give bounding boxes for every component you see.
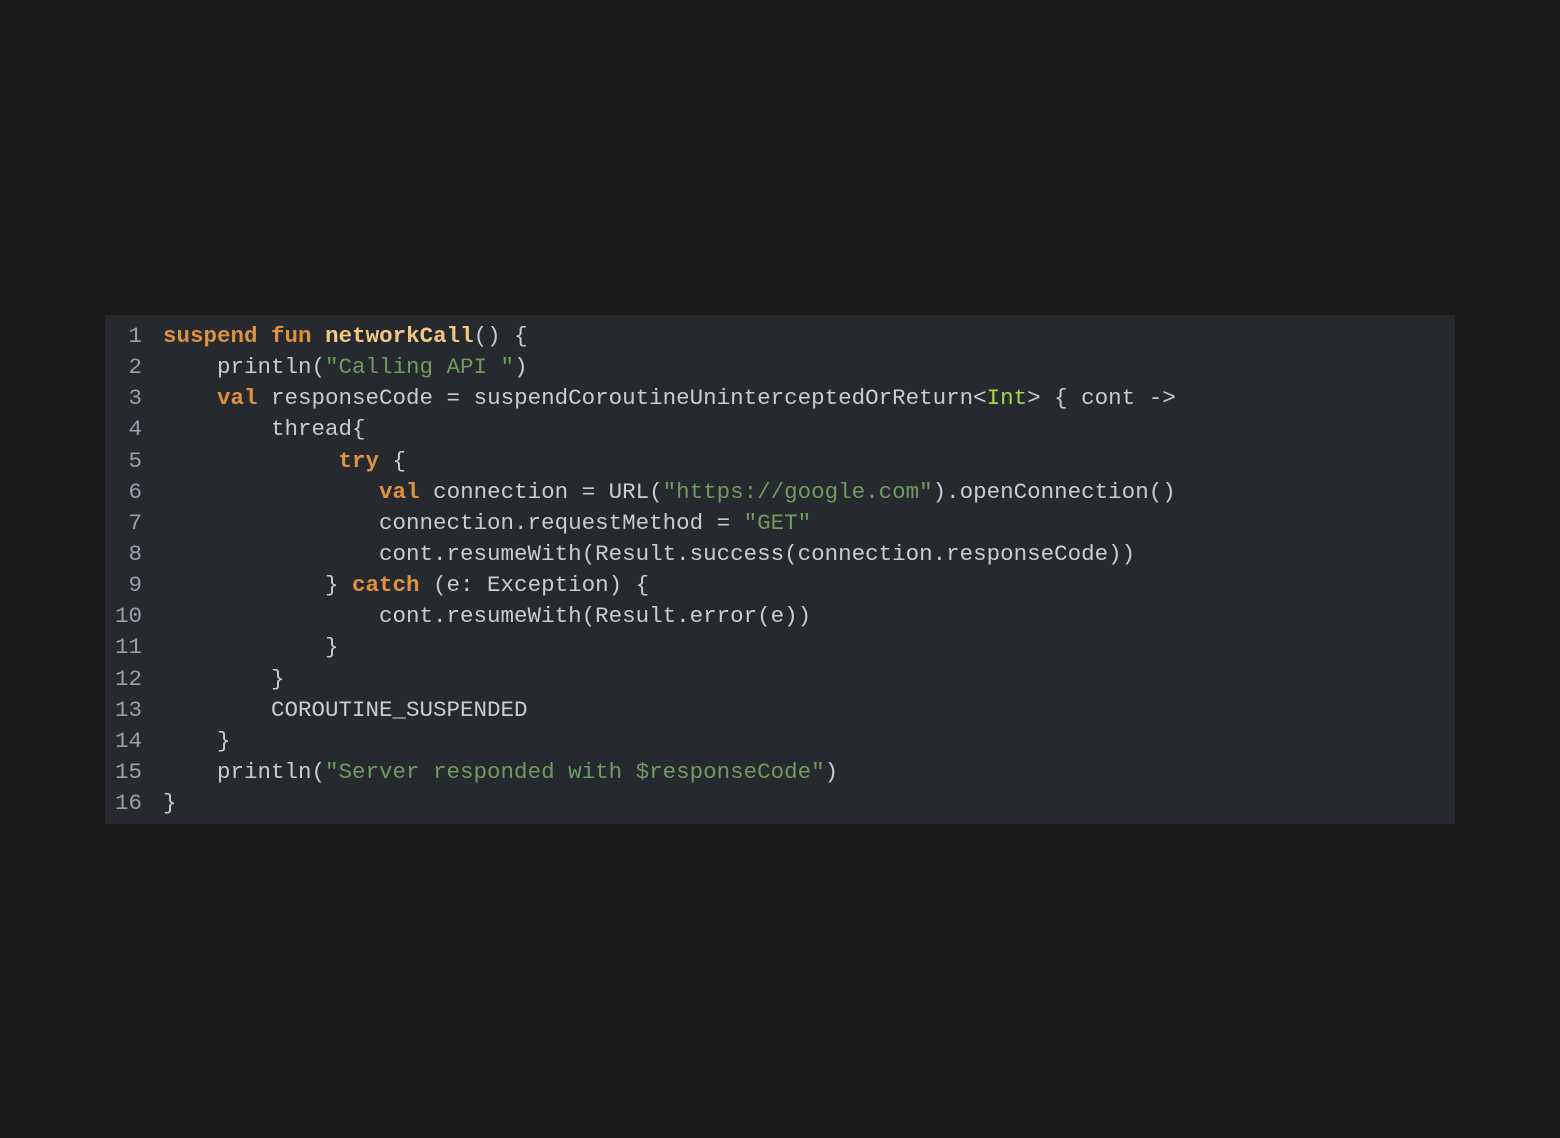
code-line: 16} bbox=[105, 788, 1455, 819]
code-token: thread{ bbox=[163, 416, 366, 443]
line-number: 14 bbox=[114, 727, 142, 754]
code-token: } bbox=[163, 572, 353, 599]
code-text: } bbox=[142, 664, 285, 695]
keyword-token: val bbox=[217, 385, 258, 412]
code-token: println( bbox=[163, 354, 326, 381]
code-token: ) bbox=[824, 758, 839, 785]
code-token: ) bbox=[514, 354, 528, 381]
code-line: 7 connection.requestMethod = "GET" bbox=[105, 508, 1455, 539]
code-text: println("Server responded with $response… bbox=[142, 757, 838, 788]
code-text: COROUTINE_SUSPENDED bbox=[142, 695, 528, 726]
function-name-token: networkCall bbox=[325, 323, 474, 349]
code-line: 2 println("Calling API ") bbox=[105, 352, 1455, 383]
line-number: 11 bbox=[114, 634, 142, 661]
code-token: () { bbox=[473, 323, 528, 349]
code-text: println("Calling API ") bbox=[142, 352, 528, 383]
code-line: 15 println("Server responded with $respo… bbox=[105, 757, 1455, 788]
code-line: 6 val connection = URL("https://google.c… bbox=[105, 477, 1455, 508]
code-token: cont.resumeWith(Result.error(e)) bbox=[163, 603, 812, 630]
line-number: 16 bbox=[114, 790, 142, 817]
code-line: 1 suspend fun networkCall() { bbox=[105, 321, 1455, 352]
code-token: connection = URL( bbox=[419, 478, 663, 505]
string-literal-token: "Server responded with $responseCode" bbox=[325, 758, 825, 785]
code-text: } bbox=[142, 726, 231, 757]
code-text: thread{ bbox=[142, 414, 366, 445]
code-line: 13 COROUTINE_SUSPENDED bbox=[105, 695, 1455, 726]
code-token: > { cont -> bbox=[1027, 385, 1176, 412]
code-text: val responseCode = suspendCoroutineUnint… bbox=[142, 383, 1176, 414]
code-line: 11 } bbox=[105, 632, 1455, 663]
code-text: cont.resumeWith(Result.success(connectio… bbox=[142, 539, 1135, 570]
code-line: 8 cont.resumeWith(Result.success(connect… bbox=[105, 539, 1455, 570]
code-text: } catch (e: Exception) { bbox=[142, 570, 649, 601]
keyword-token: suspend bbox=[163, 323, 258, 349]
line-number: 7 bbox=[128, 509, 142, 536]
code-line: 14 } bbox=[105, 726, 1455, 757]
line-number: 12 bbox=[114, 665, 142, 692]
code-token: (e: Exception) { bbox=[419, 572, 650, 599]
code-text: cont.resumeWith(Result.error(e)) bbox=[142, 601, 811, 632]
code-line: 10 cont.resumeWith(Result.error(e)) bbox=[105, 601, 1455, 632]
keyword-token: try bbox=[338, 447, 380, 474]
code-token: cont.resumeWith(Result.success(connectio… bbox=[163, 540, 1136, 567]
line-number: 10 bbox=[114, 603, 142, 630]
code-token: { bbox=[379, 447, 407, 474]
line-number: 5 bbox=[128, 447, 142, 474]
keyword-token: val bbox=[379, 478, 420, 505]
code-text: suspend fun networkCall() { bbox=[142, 321, 528, 352]
string-literal-token: "GET" bbox=[743, 509, 812, 536]
code-line: 3 val responseCode = suspendCoroutineUni… bbox=[105, 383, 1455, 414]
code-token: COROUTINE_SUSPENDED bbox=[163, 696, 528, 723]
code-text: val connection = URL("https://google.com… bbox=[142, 477, 1176, 508]
keyword-token: fun bbox=[271, 323, 312, 349]
code-line: 4 thread{ bbox=[105, 414, 1455, 445]
code-token: ).openConnection() bbox=[932, 478, 1176, 505]
line-number: 4 bbox=[128, 416, 142, 443]
line-number: 1 bbox=[128, 323, 142, 349]
code-text: try { bbox=[142, 446, 407, 477]
code-token: } bbox=[163, 790, 177, 817]
line-number: 2 bbox=[128, 354, 142, 381]
code-text: } bbox=[142, 788, 177, 819]
line-number: 13 bbox=[114, 696, 142, 723]
code-token: println( bbox=[163, 758, 326, 785]
line-number: 3 bbox=[128, 385, 142, 412]
code-token: } bbox=[163, 727, 231, 754]
code-snippet-panel: 1 suspend fun networkCall() {2 println("C… bbox=[105, 315, 1455, 824]
code-text: } bbox=[142, 632, 339, 663]
code-line: 5 try { bbox=[105, 446, 1455, 477]
line-number: 6 bbox=[128, 478, 142, 505]
string-literal-token: "Calling API " bbox=[325, 354, 515, 381]
code-token: responseCode = suspendCoroutineUninterce… bbox=[257, 385, 987, 412]
code-line: 9 } catch (e: Exception) { bbox=[105, 570, 1455, 601]
string-literal-token: "https://google.com" bbox=[662, 478, 933, 505]
code-text: connection.requestMethod = "GET" bbox=[142, 508, 811, 539]
line-number: 15 bbox=[114, 758, 142, 785]
code-token: } bbox=[163, 634, 339, 661]
keyword-token: catch bbox=[352, 572, 420, 599]
code-token: connection.requestMethod = bbox=[163, 509, 744, 536]
code-line: 12 } bbox=[105, 664, 1455, 695]
line-number: 9 bbox=[128, 572, 142, 599]
type-token: Int bbox=[986, 385, 1028, 412]
line-number: 8 bbox=[128, 540, 142, 567]
code-token: } bbox=[163, 665, 285, 692]
